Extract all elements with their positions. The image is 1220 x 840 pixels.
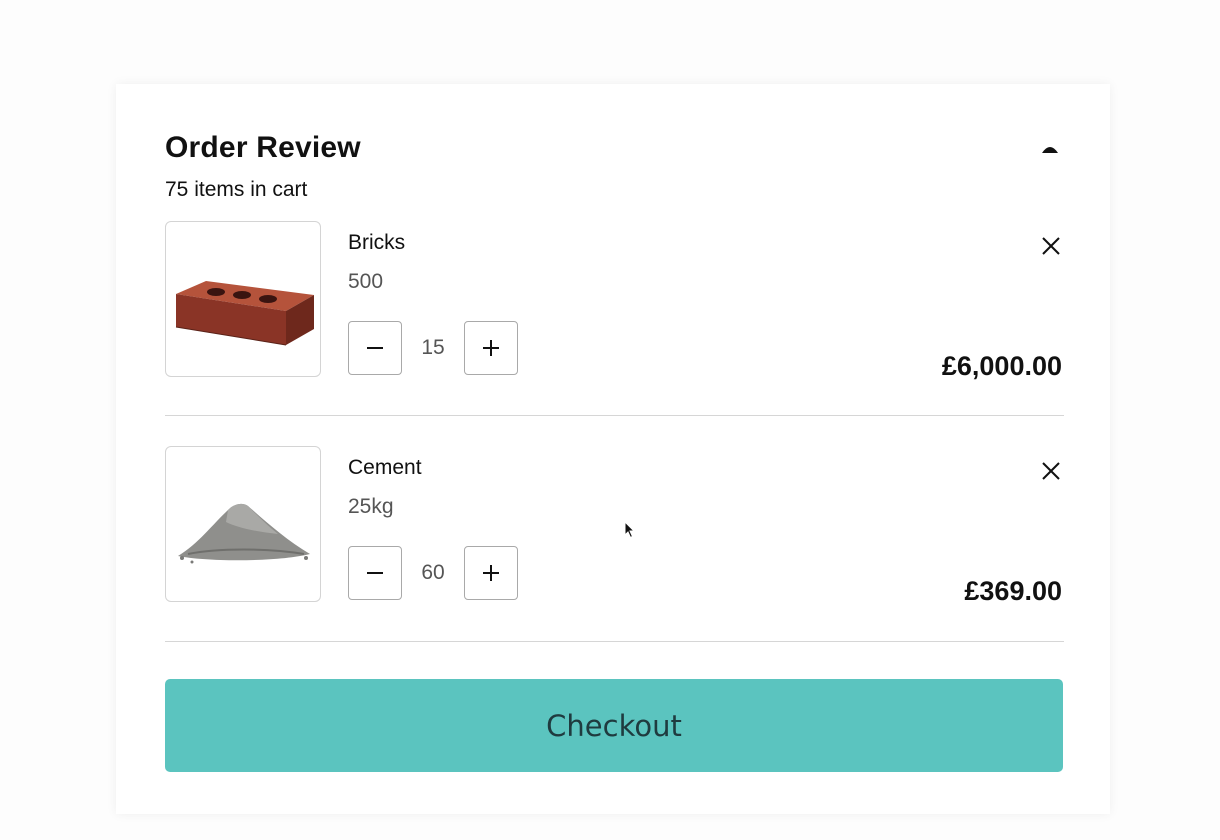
- decrease-quantity-button[interactable]: [348, 546, 402, 600]
- close-icon: [1042, 462, 1060, 480]
- quantity-stepper: 60: [348, 545, 518, 601]
- decrease-quantity-button[interactable]: [348, 321, 402, 375]
- product-image-bricks: [165, 221, 321, 377]
- minus-icon: [367, 572, 383, 574]
- item-price: £6,000.00: [941, 351, 1062, 381]
- item-name: Bricks: [348, 231, 406, 254]
- cement-pile-image: [178, 503, 310, 564]
- remove-item-button[interactable]: [1040, 460, 1062, 482]
- item-count: 75 items in cart: [165, 178, 308, 201]
- increase-quantity-button[interactable]: [464, 321, 518, 375]
- item-name: Cement: [348, 456, 422, 479]
- plus-icon: [483, 340, 499, 356]
- mouse-cursor-icon: [624, 521, 636, 539]
- item-variant: 25kg: [348, 495, 394, 518]
- collapse-button[interactable]: [1038, 136, 1062, 160]
- divider: [165, 641, 1064, 642]
- minus-icon: [367, 347, 383, 349]
- brick-image: [175, 281, 314, 346]
- checkout-button[interactable]: Checkout: [165, 679, 1063, 772]
- chevron-up-icon: [1042, 147, 1058, 153]
- quantity-value: 60: [421, 561, 445, 584]
- remove-item-button[interactable]: [1040, 235, 1062, 257]
- order-review-panel: Order Review 75 items in cart Bricks 500: [116, 84, 1110, 814]
- page-title: Order Review: [165, 131, 361, 164]
- product-image-cement: [165, 446, 321, 602]
- plus-icon: [483, 565, 499, 581]
- item-variant: 500: [348, 270, 384, 293]
- cart-item-cement: Cement 25kg 60 £369.00: [165, 446, 1062, 642]
- quantity-stepper: 15: [348, 320, 518, 376]
- order-review-header: Order Review: [165, 130, 1062, 166]
- close-icon: [1042, 237, 1060, 255]
- quantity-value: 15: [421, 336, 445, 359]
- cart-item-bricks: Bricks 500 15 £6,000.00: [165, 221, 1062, 417]
- item-price: £369.00: [964, 576, 1062, 606]
- divider: [165, 415, 1064, 416]
- increase-quantity-button[interactable]: [464, 546, 518, 600]
